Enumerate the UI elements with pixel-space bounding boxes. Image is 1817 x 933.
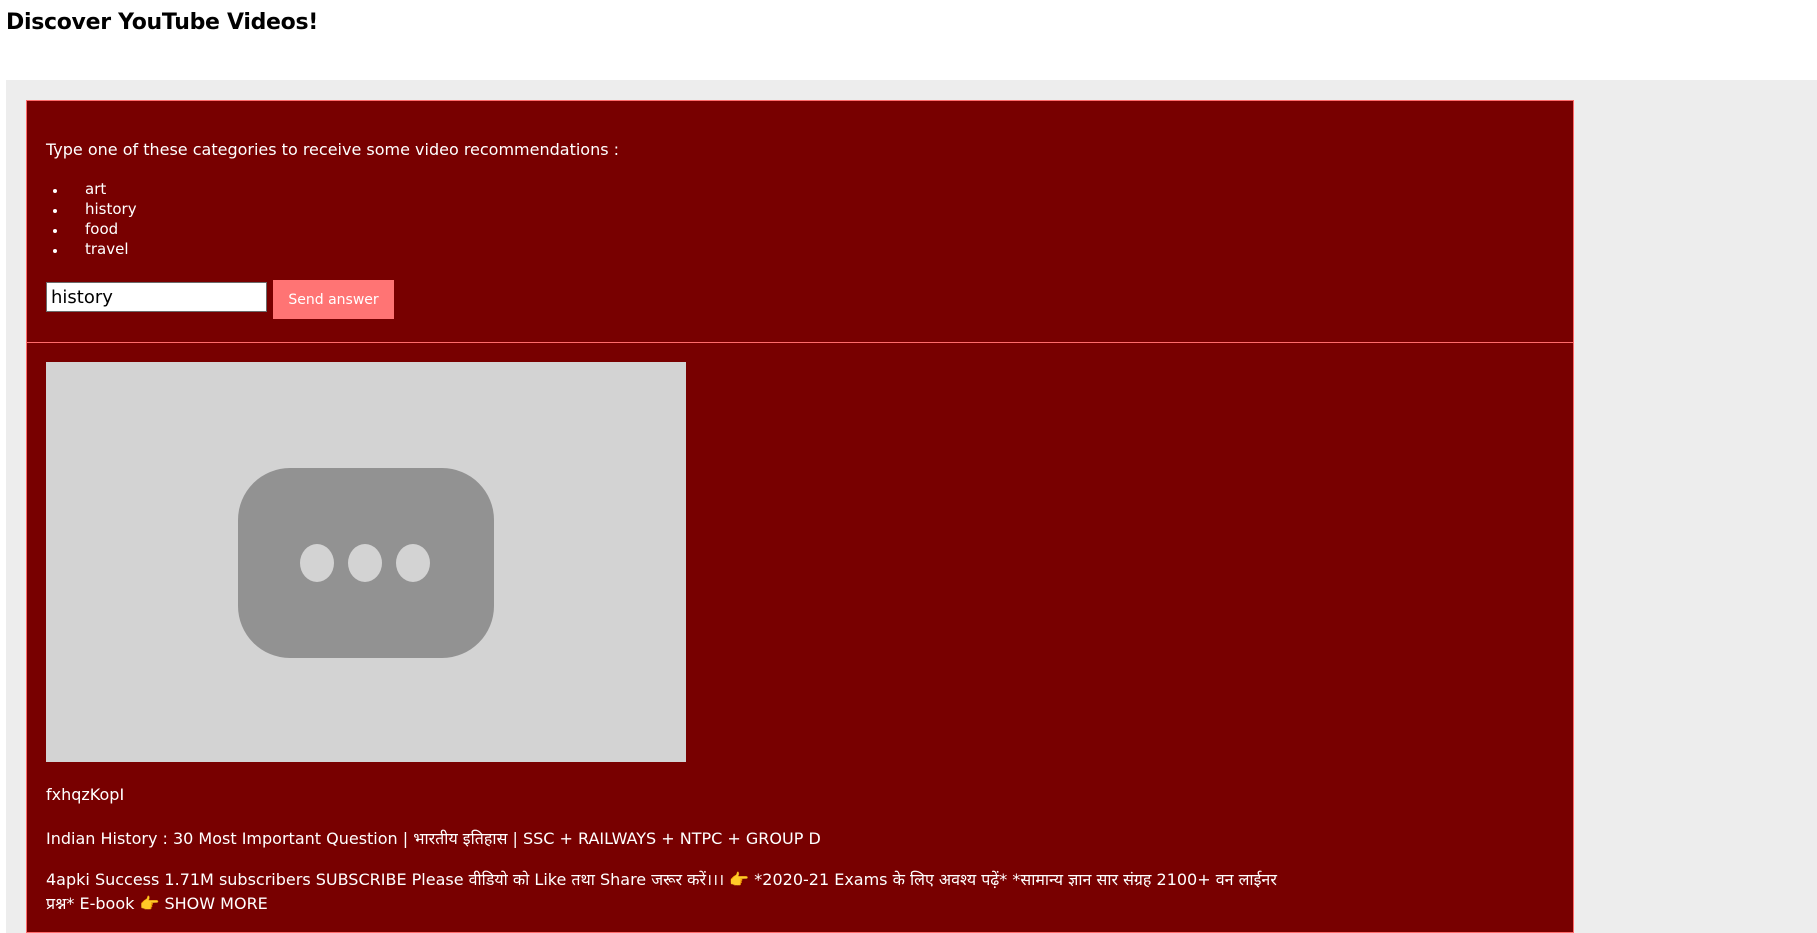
video-title: Indian History : 30 Most Important Quest… (46, 829, 821, 848)
category-item-travel: travel (67, 239, 137, 259)
prompt-text: Type one of these categories to receive … (46, 140, 620, 159)
main-container: Type one of these categories to receive … (6, 80, 1817, 933)
loading-dots-icon (238, 468, 494, 658)
category-list: art history food travel (46, 179, 137, 259)
content-panel: Type one of these categories to receive … (26, 100, 1574, 933)
question-section: Type one of these categories to receive … (27, 101, 1573, 343)
answer-input[interactable] (46, 282, 267, 312)
dot-icon (348, 544, 382, 582)
video-description: 4apki Success 1.71M subscribers SUBSCRIB… (46, 870, 1277, 913)
category-item-art: art (67, 179, 137, 199)
send-answer-button[interactable]: Send answer (273, 280, 394, 319)
dot-icon (300, 544, 334, 582)
dot-icon (396, 544, 430, 582)
video-id: fxhqzKopI (46, 785, 125, 804)
page-title: Discover YouTube Videos! (6, 10, 318, 35)
category-item-history: history (67, 199, 137, 219)
category-item-food: food (67, 219, 137, 239)
video-player[interactable] (46, 362, 686, 762)
